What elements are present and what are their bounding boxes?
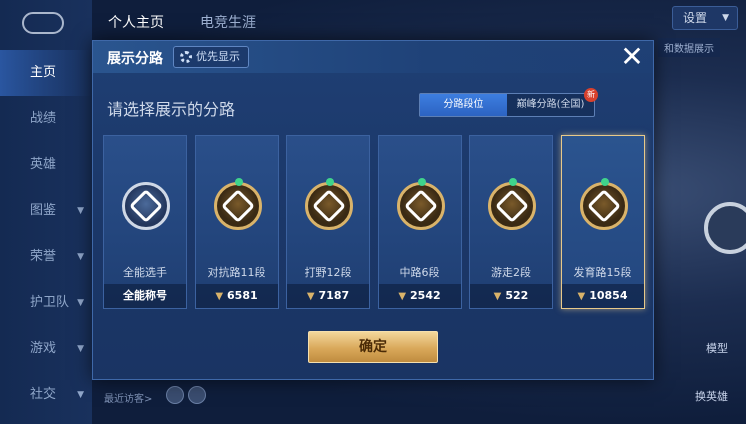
close-button[interactable]: ✕ (617, 43, 647, 73)
lane-name: 全能选手 (123, 266, 167, 279)
lane-score: ▼ 7187 (287, 284, 369, 308)
sidebar-item-label: 社交 (30, 387, 57, 402)
lane-card[interactable]: 打野12段 ▼ 7187 (286, 135, 370, 309)
sidebar-item-label: 图鉴 (30, 203, 57, 218)
chevron-down-icon: ▼ (77, 298, 84, 308)
silver-all-round-emblem-icon (122, 182, 170, 230)
sidebar-item[interactable]: 图鉴 ▼ (0, 188, 92, 234)
dialog-header: 展示分路 优先显示 ✕ (93, 41, 653, 73)
lane-score-value: 7187 (318, 289, 350, 302)
recent-visitors-link[interactable]: 最近访客> (104, 390, 152, 405)
tab-profile[interactable]: 个人主页 (108, 12, 164, 32)
sidebar-item[interactable]: 社交 ▼ (0, 372, 92, 418)
rank-arrow-icon: ▼ (215, 291, 224, 302)
dialog-title: 展示分路 (107, 51, 163, 67)
lane-score-value: 10854 (589, 289, 628, 302)
toggle-peak-lane-label: 巅峰分路(全国) (516, 99, 585, 110)
toggle-lane-rank[interactable]: 分路段位 (420, 94, 507, 116)
sidebar-item[interactable]: 战绩 (0, 96, 92, 142)
confirm-button[interactable]: 确定 (308, 331, 438, 363)
rank-arrow-icon: ▼ (577, 291, 586, 302)
lane-cards: 全能选手 全能称号 对抗路11段 ▼ 6581 打野12段 ▼ 7187 中路6段 ▼ 2542 游走… (103, 135, 647, 311)
sidebar-item[interactable]: 护卫队 ▼ (0, 280, 92, 326)
lane-name: 打野12段 (304, 266, 352, 279)
back-button[interactable] (22, 12, 64, 34)
chevron-down-icon: ▼ (722, 13, 729, 23)
lane-name: 对抗路11段 (207, 266, 266, 279)
lane-card[interactable]: 游走2段 ▼ 522 (469, 135, 553, 309)
settings-dropdown[interactable]: 设置 ▼ (672, 6, 738, 30)
chevron-down-icon: ▼ (77, 344, 84, 354)
farm-lane-emblem-icon (579, 178, 628, 230)
model-label[interactable]: 模型 (706, 340, 728, 356)
sidebar-item-label: 主页 (30, 65, 57, 80)
rank-arrow-icon: ▼ (493, 291, 502, 302)
lane-name: 发育路15段 (573, 266, 632, 279)
chevron-down-icon: ▼ (77, 390, 84, 400)
chevron-down-icon: ▼ (77, 206, 84, 216)
switch-hero-label[interactable]: 换英雄 (695, 388, 728, 404)
chevron-down-icon: ▼ (77, 252, 84, 262)
lane-card[interactable]: 全能选手 全能称号 (103, 135, 187, 309)
rank-mode-toggle: 分路段位 巅峰分路(全国) 新 (419, 88, 598, 117)
new-badge: 新 (584, 88, 598, 102)
visitor-avatar[interactable] (188, 386, 206, 404)
gear-icon (180, 51, 192, 63)
lane-name: 游走2段 (491, 266, 531, 279)
lane-score: ▼ 2542 (378, 284, 461, 308)
dialog-prompt: 请选择展示的分路 (107, 100, 236, 119)
lane-score: ▼ 10854 (561, 284, 644, 308)
sidebar-item-label: 荣誉 (30, 249, 57, 264)
roam-emblem-icon (488, 178, 536, 230)
lane-card[interactable]: 对抗路11段 ▼ 6581 (194, 135, 279, 309)
sidebar-item-label: 战绩 (30, 111, 57, 126)
settings-label: 设置 (683, 11, 708, 25)
sidebar-item[interactable]: 主页 (0, 50, 92, 96)
lane-score-value: 522 (505, 289, 529, 302)
lane-score-value: 2542 (410, 289, 441, 302)
sidebar-item-label: 英雄 (30, 157, 57, 172)
priority-display-button[interactable]: 优先显示 (173, 46, 249, 68)
priority-display-label: 优先显示 (196, 50, 240, 63)
sidebar-item-label: 护卫队 (30, 295, 70, 310)
visitor-avatar[interactable] (166, 386, 184, 404)
toggle-peak-lane[interactable]: 巅峰分路(全国) 新 (507, 88, 598, 116)
lane-score: ▼ 6581 (195, 284, 278, 308)
mid-lane-emblem-icon (396, 178, 445, 230)
jungle-emblem-icon (305, 178, 353, 230)
tab-esports-career[interactable]: 电竞生涯 (200, 12, 256, 32)
sidebar-item[interactable]: 英雄 (0, 142, 92, 188)
clash-lane-emblem-icon (213, 178, 262, 230)
lane-score-value: 6581 (227, 289, 258, 302)
rank-arrow-icon: ▼ (306, 291, 315, 302)
rank-arrow-icon: ▼ (398, 291, 407, 302)
lane-score: ▼ 522 (470, 284, 552, 308)
sidebar-item[interactable]: 荣誉 ▼ (0, 234, 92, 280)
sidebar-item[interactable]: 游戏 ▼ (0, 326, 92, 372)
lane-name: 中路6段 (399, 266, 440, 279)
lane-card[interactable]: 中路6段 ▼ 2542 (377, 135, 462, 309)
data-display-hint[interactable]: 和数据展示 (658, 38, 720, 57)
lane-display-dialog: 展示分路 优先显示 ✕ 请选择展示的分路 分路段位 巅峰分路(全国) 新 全能选… (92, 40, 654, 380)
sidebar-item-label: 游戏 (30, 341, 57, 356)
lane-score: 全能称号 (104, 284, 186, 308)
lane-score-value: 全能称号 (123, 289, 167, 302)
lane-card[interactable]: 发育路15段 ▼ 10854 (560, 135, 645, 309)
